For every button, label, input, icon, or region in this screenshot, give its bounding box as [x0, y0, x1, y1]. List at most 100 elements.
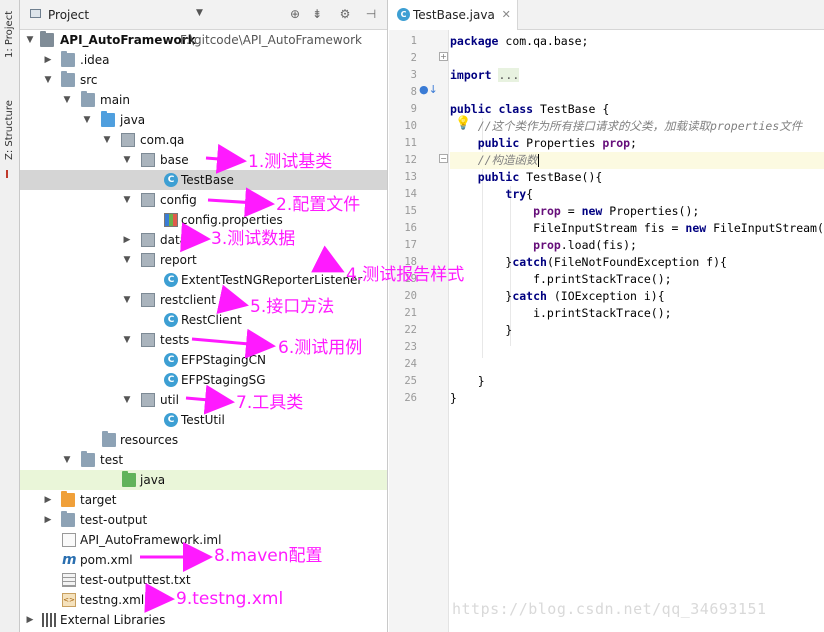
chevron-down-icon[interactable]: ▼	[196, 8, 203, 18]
tree-item-label: report	[160, 253, 197, 267]
line-number: 14	[404, 188, 417, 200]
annotation-label: 5.接口方法	[250, 297, 335, 317]
line-number: 12	[404, 154, 417, 166]
tree-item-testbase[interactable]: C TestBase	[20, 170, 387, 190]
source-folder-icon	[101, 111, 115, 127]
chevron-down-icon[interactable]: ▼	[24, 30, 36, 50]
tree-item-label: tests	[160, 333, 190, 347]
tree-item-test[interactable]: ▼ test	[20, 450, 387, 470]
line-number: 15	[404, 205, 417, 217]
tree-item-label: resources	[120, 433, 179, 447]
tree-item-extent-reporter[interactable]: C ExtentTestNGReporterListener	[20, 270, 387, 290]
code-comment: //这个类作为所有接口请求的父类，加载读取properties文件	[450, 119, 803, 133]
tree-item-main[interactable]: ▼ main	[20, 90, 387, 110]
code-line-close-class: }	[450, 391, 457, 405]
tree-item-label: test-outputtest.txt	[80, 573, 191, 587]
tree-item-idea[interactable]: ▶ .idea	[20, 50, 387, 70]
chevron-down-icon[interactable]: ▼	[42, 70, 54, 90]
project-view-title[interactable]: Project	[48, 8, 89, 22]
tree-item-label: target	[80, 493, 117, 507]
chevron-down-icon[interactable]: ▼	[61, 90, 73, 110]
folder-icon	[61, 71, 75, 87]
chevron-down-icon[interactable]: ▼	[121, 330, 133, 350]
chevron-down-icon[interactable]: ▼	[81, 110, 93, 130]
chevron-right-icon[interactable]: ▶	[42, 490, 54, 510]
tree-item-resources[interactable]: resources	[20, 430, 387, 450]
fold-expand-icon[interactable]: +	[439, 52, 448, 61]
tree-item-efp-sg[interactable]: C EFPStagingSG	[20, 370, 387, 390]
tree-item-report[interactable]: ▼ report	[20, 250, 387, 270]
package-icon	[141, 333, 155, 347]
tree-item-pom[interactable]: m pom.xml	[20, 550, 387, 570]
chevron-right-icon[interactable]: ▶	[24, 610, 36, 630]
chevron-down-icon[interactable]: ▼	[121, 390, 133, 410]
implemented-marker-icon[interactable]: ●↓	[419, 84, 438, 96]
tree-item-label: TestBase	[181, 173, 234, 187]
project-tool-tab[interactable]: 1: Project	[2, 6, 18, 58]
line-number: 26	[404, 392, 417, 404]
chevron-down-icon[interactable]: ▼	[121, 190, 133, 210]
tree-item-test-output[interactable]: ▶ test-output	[20, 510, 387, 530]
code-line-close-ctor: }	[450, 374, 485, 388]
line-number: 3	[410, 69, 417, 81]
tree-item-label: API_AutoFramework.iml	[80, 533, 222, 547]
tree-item-label: config	[160, 193, 197, 207]
line-number-gutter: 1 2 3 8 9 10 11 12 13 14 15 16 17 18 19 …	[389, 30, 471, 632]
text-file-icon	[62, 573, 76, 587]
code-area[interactable]: package com.qa.base; import ... public c…	[450, 30, 824, 632]
tree-item-label: External Libraries	[60, 613, 166, 627]
tree-item-label: EFPStagingCN	[181, 353, 266, 367]
class-icon: C	[164, 273, 178, 287]
hide-icon[interactable]: ⊣	[364, 7, 378, 21]
fold-collapse-icon[interactable]: −	[439, 154, 448, 163]
chevron-right-icon[interactable]: ▶	[42, 50, 54, 70]
tree-item-external-libraries[interactable]: ▶ External Libraries	[20, 610, 387, 630]
line-number: 22	[404, 324, 417, 336]
tree-item-iml[interactable]: API_AutoFramework.iml	[20, 530, 387, 550]
annotation-label: 6.测试用例	[278, 338, 363, 358]
chevron-right-icon[interactable]: ▶	[42, 510, 54, 530]
chevron-right-icon[interactable]: ▶	[121, 230, 133, 250]
chevron-down-icon[interactable]: ▼	[121, 150, 133, 170]
chevron-down-icon[interactable]: ▼	[121, 290, 133, 310]
chevron-down-icon[interactable]: ▼	[121, 250, 133, 270]
code-line-catch-io: }catch (IOException i){	[450, 289, 665, 303]
gear-icon[interactable]: ⚙	[338, 7, 352, 21]
code-line-catch-fnf: }catch(FileNotFoundException f){	[450, 255, 727, 269]
tab-testbase-java[interactable]: C TestBase.java ✕	[389, 0, 518, 30]
collapse-all-icon[interactable]: ⇟	[310, 7, 324, 21]
chevron-down-icon[interactable]: ▼	[101, 130, 113, 150]
annotation-label: 7.工具类	[236, 393, 304, 413]
project-panel-header: Project ▼ ⊕ ⇟ ⚙ ⊣	[20, 0, 387, 30]
line-number: 11	[404, 137, 417, 149]
line-number: 17	[404, 239, 417, 251]
code-line-print-f: f.printStackTrace();	[450, 272, 672, 286]
tree-item-base[interactable]: ▼ base	[20, 150, 387, 170]
tree-item-txt[interactable]: test-outputtest.txt	[20, 570, 387, 590]
tree-item-label: RestClient	[181, 313, 242, 327]
tree-item-main-java[interactable]: ▼ java	[20, 110, 387, 130]
tree-item-testutil[interactable]: C TestUtil	[20, 410, 387, 430]
class-icon: C	[164, 413, 178, 427]
structure-tool-tab[interactable]: Z: Structure	[2, 100, 18, 160]
line-number: 10	[404, 120, 417, 132]
tree-item-util[interactable]: ▼ util	[20, 390, 387, 410]
watermark: https://blog.csdn.net/qq_34693151	[452, 600, 767, 618]
tree-item-label: com.qa	[140, 133, 185, 147]
code-line-field: public Properties prop;	[477, 136, 637, 150]
tree-item-src[interactable]: ▼ src	[20, 70, 387, 90]
close-icon[interactable]: ✕	[502, 8, 511, 21]
project-view-icon	[30, 9, 41, 18]
locate-icon[interactable]: ⊕	[288, 7, 302, 21]
tree-item-data[interactable]: ▶ data	[20, 230, 387, 250]
code-line-print-i: i.printStackTrace();	[450, 306, 672, 320]
code-line-package: package com.qa.base;	[450, 34, 589, 48]
annotation-label: 1.测试基类	[248, 152, 333, 172]
tree-item-project-root[interactable]: ▼ API_AutoFramework F:\gitcode\API_AutoF…	[20, 30, 387, 50]
code-editor: C TestBase.java ✕ 1 2 3 8 9 10 11 12 13 …	[389, 0, 824, 632]
tree-item-label: API_AutoFramework	[60, 33, 196, 47]
tree-item-target[interactable]: ▶ target	[20, 490, 387, 510]
tree-item-com-qa[interactable]: ▼ com.qa	[20, 130, 387, 150]
chevron-down-icon[interactable]: ▼	[61, 450, 73, 470]
tree-item-test-java[interactable]: java	[20, 470, 387, 490]
